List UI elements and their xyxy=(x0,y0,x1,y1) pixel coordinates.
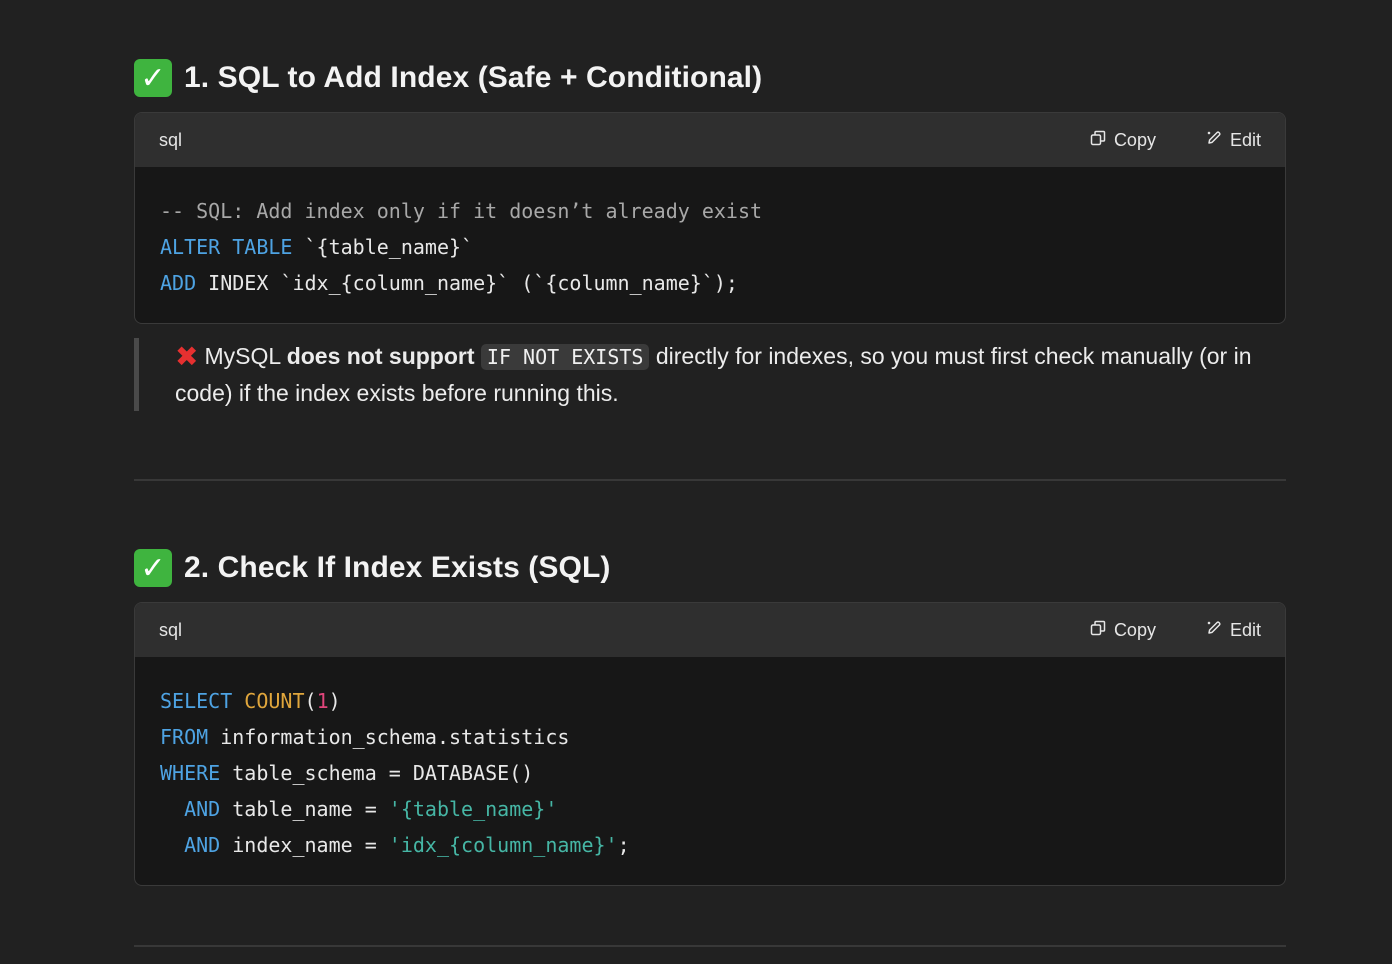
inline-code: IF NOT EXISTS xyxy=(480,344,650,370)
code-block: sql Copy xyxy=(134,112,1286,324)
code-text: information_schema.statistics xyxy=(208,725,570,749)
copy-label: Copy xyxy=(1113,129,1156,150)
copy-icon-svg xyxy=(1090,130,1106,145)
code-function: COUNT xyxy=(244,689,305,713)
code-keyword: SELECT xyxy=(160,689,233,713)
code-text: ; xyxy=(617,833,630,857)
edit-icon xyxy=(1204,130,1224,151)
code-keyword: AND xyxy=(184,797,221,821)
horizontal-divider xyxy=(134,479,1286,481)
code-text: ) xyxy=(328,689,341,713)
code-comment: -- SQL: Add index only if it doesn’t alr… xyxy=(160,199,763,223)
code-text: `{table_name}` xyxy=(292,235,474,259)
copy-icon xyxy=(1088,620,1108,641)
code-language-label: sql xyxy=(159,619,183,640)
edit-icon-svg xyxy=(1207,620,1221,634)
section-title: 2. Check If Index Exists (SQL) xyxy=(184,551,611,584)
edit-icon xyxy=(1204,620,1224,641)
code-number: 1 xyxy=(316,689,329,713)
horizontal-divider xyxy=(134,945,1286,947)
code-text: ( xyxy=(304,689,317,713)
code-content[interactable]: SELECT COUNT(1) FROM information_schema.… xyxy=(135,657,1285,885)
code-keyword: WHERE xyxy=(160,761,221,785)
code-block-header: sql Copy Edit xyxy=(135,113,1285,167)
section-title: 1. SQL to Add Index (Safe + Conditional) xyxy=(184,61,763,94)
check-mark-icon: ✓ xyxy=(134,59,172,97)
section-add-index: ✓ 1. SQL to Add Index (Safe + Conditiona… xyxy=(134,56,1286,411)
code-string: '{table_name}' xyxy=(388,797,558,821)
edit-button[interactable]: Edit xyxy=(1204,130,1261,151)
code-content[interactable]: -- SQL: Add index only if it doesn’t alr… xyxy=(135,167,1285,323)
code-text: table_name = xyxy=(220,797,389,821)
section-heading: ✓ 1. SQL to Add Index (Safe + Conditiona… xyxy=(134,56,1286,100)
copy-button[interactable]: Copy xyxy=(1088,130,1156,151)
edit-icon-svg xyxy=(1207,130,1221,144)
section-check-index: ✓ 2. Check If Index Exists (SQL) sql Cop… xyxy=(134,546,1286,886)
note-text-before: MySQL xyxy=(204,343,287,369)
code-block: sql Copy xyxy=(134,602,1286,886)
chat-message-page: ✓ 1. SQL to Add Index (Safe + Conditiona… xyxy=(0,0,1392,964)
code-text: INDEX `idx_{column_name}` (`{column_name… xyxy=(196,271,738,295)
code-text: index_name = xyxy=(220,833,389,857)
section-heading: ✓ 2. Check If Index Exists (SQL) xyxy=(134,546,1286,590)
copy-button[interactable]: Copy xyxy=(1088,620,1156,641)
code-keyword: AND xyxy=(184,833,221,857)
edit-label: Edit xyxy=(1229,129,1261,150)
note-blockquote: ✖ MySQL does not support IF NOT EXISTS di… xyxy=(134,338,1286,411)
cross-mark-icon: ✖ xyxy=(175,341,199,372)
code-block-header: sql Copy Edit xyxy=(135,603,1285,657)
code-keyword: ADD xyxy=(160,271,197,295)
code-string: 'idx_{column_name}' xyxy=(388,833,618,857)
check-mark-icon: ✓ xyxy=(134,549,172,587)
edit-button[interactable]: Edit xyxy=(1204,620,1261,641)
edit-label: Edit xyxy=(1229,619,1261,640)
copy-label: Copy xyxy=(1113,619,1156,640)
note-bold: does not support xyxy=(286,343,475,369)
code-language-label: sql xyxy=(159,129,183,150)
copy-icon xyxy=(1088,130,1108,151)
copy-icon-svg xyxy=(1090,620,1106,635)
code-text: table_schema = DATABASE() xyxy=(220,761,534,785)
code-keyword: FROM xyxy=(160,725,209,749)
code-keyword: ALTER TABLE xyxy=(160,235,293,259)
